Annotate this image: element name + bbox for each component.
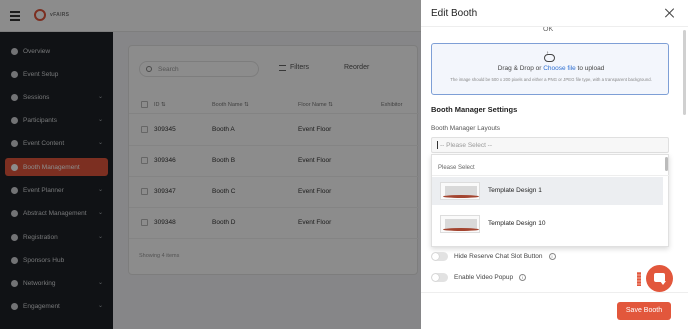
- dropzone-text: Drag & Drop or Choose file to upload: [432, 65, 670, 72]
- layouts-dropdown: Please Select Template Design 1 Template…: [431, 154, 670, 247]
- video-popup-toggle[interactable]: [431, 273, 448, 282]
- drawer-scrollbar[interactable]: [683, 30, 686, 115]
- dropdown-placeholder-option[interactable]: Please Select: [438, 165, 475, 171]
- dropdown-scrollbar[interactable]: [665, 157, 668, 171]
- layout-option[interactable]: Template Design 10: [432, 210, 663, 238]
- toggle-label: Enable Video Popup: [454, 274, 514, 281]
- layouts-select[interactable]: -- Please Select --: [431, 137, 669, 153]
- divider: [421, 292, 688, 293]
- layout-option-label: Template Design 10: [488, 220, 546, 227]
- layouts-label: Booth Manager Layouts: [431, 125, 501, 132]
- info-icon[interactable]: i: [548, 253, 556, 260]
- booth-thumbnail: [440, 215, 480, 233]
- hide-reserve-chat-toggle[interactable]: [431, 252, 448, 261]
- hide-reserve-chat-toggle-row: Hide Reserve Chat Slot Button i: [431, 252, 556, 261]
- select-placeholder: -- Please Select --: [440, 141, 493, 149]
- drag-handle-icon[interactable]: [637, 272, 641, 286]
- video-popup-toggle-row: Enable Video Popup i: [431, 273, 527, 282]
- text-cursor: [437, 141, 438, 149]
- layout-option[interactable]: Template Design 1: [432, 177, 663, 205]
- layout-option-label: Template Design 1: [488, 187, 542, 194]
- choose-file-link[interactable]: Choose file: [543, 65, 576, 72]
- dropzone-hint: The image should be 500 x 200 pixels and…: [450, 77, 652, 82]
- drawer-body: OK Drag & Drop or Choose file to upload …: [421, 27, 688, 292]
- chat-icon[interactable]: [646, 265, 673, 292]
- toggle-label: Hide Reserve Chat Slot Button: [454, 253, 543, 260]
- edit-booth-drawer: Edit Booth OK Drag & Drop or Choose file…: [421, 0, 688, 329]
- save-booth-button[interactable]: Save Booth: [617, 302, 671, 320]
- modal-backdrop[interactable]: [0, 0, 421, 329]
- upload-cloud-icon: [544, 51, 555, 62]
- logo-dropzone[interactable]: Drag & Drop or Choose file to upload The…: [431, 43, 669, 95]
- section-title: Booth Manager Settings: [431, 105, 518, 114]
- dropzone-text-after: to upload: [575, 65, 605, 72]
- dropzone-text-before: Drag & Drop or: [497, 65, 544, 72]
- ok-text: OK: [543, 27, 554, 33]
- close-icon[interactable]: [665, 8, 675, 18]
- drawer-title: Edit Booth: [431, 8, 478, 19]
- booth-thumbnail: [440, 182, 480, 200]
- info-icon[interactable]: i: [519, 274, 527, 281]
- divider: [432, 175, 670, 176]
